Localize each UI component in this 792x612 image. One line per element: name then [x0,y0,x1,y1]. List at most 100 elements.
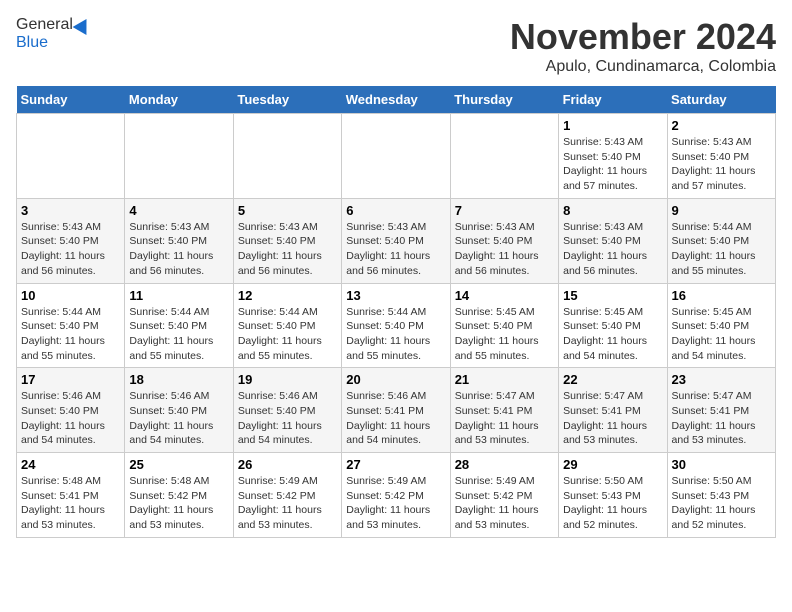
calendar-day: 10 Sunrise: 5:44 AM Sunset: 5:40 PM Dayli… [17,283,125,368]
calendar-day: 29 Sunrise: 5:50 AM Sunset: 5:43 PM Dayli… [559,453,667,538]
calendar-day: 20 Sunrise: 5:46 AM Sunset: 5:41 PM Dayli… [342,368,450,453]
calendar-day: 13Sunrise: 5:44 AM Sunset: 5:40 PM Dayli… [342,283,450,368]
day-detail: Sunrise: 5:47 AM Sunset: 5:41 PM Dayligh… [672,389,771,448]
day-number: 18 [129,372,228,387]
day-detail: Sunrise: 5:46 AM Sunset: 5:40 PM Dayligh… [129,389,228,448]
day-number: 3 [21,203,120,218]
header-row: SundayMondayTuesdayWednesdayThursdayFrid… [17,86,776,114]
day-number: 5 [238,203,337,218]
calendar-day [450,114,558,199]
day-detail: Sunrise: 5:47 AM Sunset: 5:41 PM Dayligh… [455,389,554,448]
day-detail: Sunrise: 5:45 AM Sunset: 5:40 PM Dayligh… [455,305,554,364]
calendar-week-4: 17 Sunrise: 5:46 AM Sunset: 5:40 PM Dayli… [17,368,776,453]
calendar-table: SundayMondayTuesdayWednesdayThursdayFrid… [16,86,776,538]
calendar-day: 27Sunrise: 5:49 AM Sunset: 5:42 PM Dayli… [342,453,450,538]
day-detail: Sunrise: 5:44 AM Sunset: 5:40 PM Dayligh… [672,220,771,279]
calendar-day: 22 Sunrise: 5:47 AM Sunset: 5:41 PM Dayli… [559,368,667,453]
calendar-day: 23 Sunrise: 5:47 AM Sunset: 5:41 PM Dayli… [667,368,775,453]
location-text: Apulo, Cundinamarca, Colombia [510,58,776,76]
day-number: 4 [129,203,228,218]
day-detail: Sunrise: 5:48 AM Sunset: 5:42 PM Dayligh… [129,474,228,533]
day-detail: Sunrise: 5:44 AM Sunset: 5:40 PM Dayligh… [346,305,445,364]
day-detail: Sunrise: 5:43 AM Sunset: 5:40 PM Dayligh… [672,135,771,194]
calendar-header: SundayMondayTuesdayWednesdayThursdayFrid… [17,86,776,114]
day-number: 28 [455,457,554,472]
calendar-day: 2Sunrise: 5:43 AM Sunset: 5:40 PM Daylig… [667,114,775,199]
calendar-day: 8 Sunrise: 5:43 AM Sunset: 5:40 PM Daylig… [559,198,667,283]
day-number: 12 [238,288,337,303]
day-detail: Sunrise: 5:49 AM Sunset: 5:42 PM Dayligh… [455,474,554,533]
day-detail: Sunrise: 5:43 AM Sunset: 5:40 PM Dayligh… [21,220,120,279]
column-header-monday: Monday [125,86,233,114]
calendar-week-2: 3 Sunrise: 5:43 AM Sunset: 5:40 PM Daylig… [17,198,776,283]
calendar-day [233,114,341,199]
day-detail: Sunrise: 5:43 AM Sunset: 5:40 PM Dayligh… [129,220,228,279]
day-number: 25 [129,457,228,472]
calendar-day: 12 Sunrise: 5:44 AM Sunset: 5:40 PM Dayli… [233,283,341,368]
day-detail: Sunrise: 5:44 AM Sunset: 5:40 PM Dayligh… [238,305,337,364]
calendar-day: 15Sunrise: 5:45 AM Sunset: 5:40 PM Dayli… [559,283,667,368]
column-header-thursday: Thursday [450,86,558,114]
logo-triangle-icon [72,15,93,35]
logo-blue-text: Blue [16,34,48,52]
day-number: 23 [672,372,771,387]
day-number: 26 [238,457,337,472]
calendar-week-3: 10 Sunrise: 5:44 AM Sunset: 5:40 PM Dayli… [17,283,776,368]
day-number: 10 [21,288,120,303]
day-number: 8 [563,203,662,218]
calendar-day: 19Sunrise: 5:46 AM Sunset: 5:40 PM Dayli… [233,368,341,453]
day-detail: Sunrise: 5:49 AM Sunset: 5:42 PM Dayligh… [238,474,337,533]
column-header-wednesday: Wednesday [342,86,450,114]
day-number: 22 [563,372,662,387]
day-number: 7 [455,203,554,218]
calendar-day: 24Sunrise: 5:48 AM Sunset: 5:41 PM Dayli… [17,453,125,538]
calendar-day: 21 Sunrise: 5:47 AM Sunset: 5:41 PM Dayli… [450,368,558,453]
calendar-day: 14 Sunrise: 5:45 AM Sunset: 5:40 PM Dayli… [450,283,558,368]
calendar-day: 18 Sunrise: 5:46 AM Sunset: 5:40 PM Dayli… [125,368,233,453]
day-number: 19 [238,372,337,387]
day-detail: Sunrise: 5:43 AM Sunset: 5:40 PM Dayligh… [455,220,554,279]
calendar-day: 4 Sunrise: 5:43 AM Sunset: 5:40 PM Daylig… [125,198,233,283]
calendar-day: 5 Sunrise: 5:43 AM Sunset: 5:40 PM Daylig… [233,198,341,283]
calendar-day: 25 Sunrise: 5:48 AM Sunset: 5:42 PM Dayli… [125,453,233,538]
day-detail: Sunrise: 5:46 AM Sunset: 5:40 PM Dayligh… [21,389,120,448]
calendar-day: 16 Sunrise: 5:45 AM Sunset: 5:40 PM Dayli… [667,283,775,368]
day-detail: Sunrise: 5:46 AM Sunset: 5:41 PM Dayligh… [346,389,445,448]
day-number: 17 [21,372,120,387]
day-number: 14 [455,288,554,303]
calendar-day [125,114,233,199]
logo-general-text: General [16,16,73,34]
day-detail: Sunrise: 5:50 AM Sunset: 5:43 PM Dayligh… [563,474,662,533]
calendar-day: 26 Sunrise: 5:49 AM Sunset: 5:42 PM Dayli… [233,453,341,538]
day-detail: Sunrise: 5:44 AM Sunset: 5:40 PM Dayligh… [21,305,120,364]
day-detail: Sunrise: 5:47 AM Sunset: 5:41 PM Dayligh… [563,389,662,448]
calendar-day: 6Sunrise: 5:43 AM Sunset: 5:40 PM Daylig… [342,198,450,283]
calendar-week-5: 24Sunrise: 5:48 AM Sunset: 5:41 PM Dayli… [17,453,776,538]
day-number: 29 [563,457,662,472]
day-number: 16 [672,288,771,303]
calendar-body: 1 Sunrise: 5:43 AM Sunset: 5:40 PM Daylig… [17,114,776,538]
day-number: 27 [346,457,445,472]
calendar-day: 11Sunrise: 5:44 AM Sunset: 5:40 PM Dayli… [125,283,233,368]
calendar-day: 28 Sunrise: 5:49 AM Sunset: 5:42 PM Dayli… [450,453,558,538]
column-header-sunday: Sunday [17,86,125,114]
day-detail: Sunrise: 5:50 AM Sunset: 5:43 PM Dayligh… [672,474,771,533]
column-header-saturday: Saturday [667,86,775,114]
day-number: 1 [563,118,662,133]
calendar-week-1: 1 Sunrise: 5:43 AM Sunset: 5:40 PM Daylig… [17,114,776,199]
day-detail: Sunrise: 5:43 AM Sunset: 5:40 PM Dayligh… [563,135,662,194]
day-detail: Sunrise: 5:44 AM Sunset: 5:40 PM Dayligh… [129,305,228,364]
day-number: 24 [21,457,120,472]
day-detail: Sunrise: 5:45 AM Sunset: 5:40 PM Dayligh… [672,305,771,364]
day-detail: Sunrise: 5:43 AM Sunset: 5:40 PM Dayligh… [238,220,337,279]
day-detail: Sunrise: 5:45 AM Sunset: 5:40 PM Dayligh… [563,305,662,364]
day-number: 30 [672,457,771,472]
calendar-day: 1 Sunrise: 5:43 AM Sunset: 5:40 PM Daylig… [559,114,667,199]
calendar-day: 3 Sunrise: 5:43 AM Sunset: 5:40 PM Daylig… [17,198,125,283]
column-header-tuesday: Tuesday [233,86,341,114]
day-number: 20 [346,372,445,387]
calendar-day: 9Sunrise: 5:44 AM Sunset: 5:40 PM Daylig… [667,198,775,283]
day-detail: Sunrise: 5:43 AM Sunset: 5:40 PM Dayligh… [563,220,662,279]
day-number: 21 [455,372,554,387]
logo: General Blue [16,16,91,52]
